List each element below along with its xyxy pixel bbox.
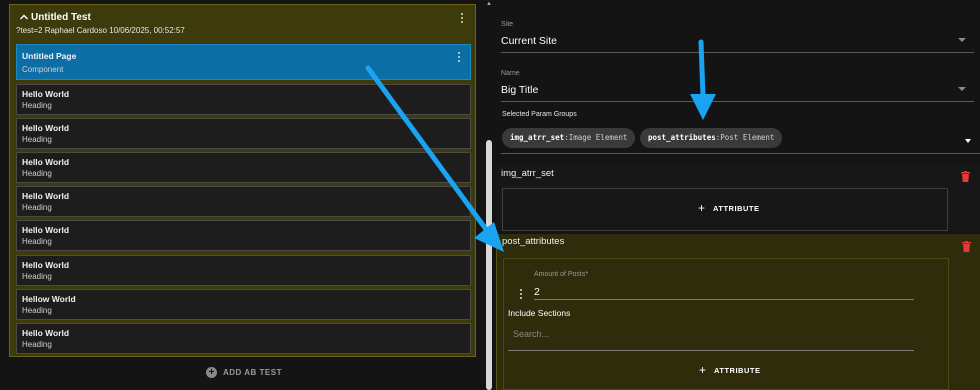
scrollbar-thumb[interactable] xyxy=(486,140,492,390)
list-item[interactable]: Hello World Heading xyxy=(16,186,471,217)
param-groups-label: Selected Param Groups xyxy=(502,111,577,118)
item-title: Hellow World xyxy=(22,294,76,304)
item-subtitle: Heading xyxy=(22,135,52,144)
attribute-area: Amount of Posts* 2 Include Sections Sear… xyxy=(503,258,949,390)
group-title: post_attributes xyxy=(502,236,565,247)
chip-desc: Image Element xyxy=(568,133,628,142)
param-groups-underline xyxy=(501,153,980,154)
screen: Untitled Test ?test=2 Raphael Cardoso 10… xyxy=(0,0,980,390)
add-attribute-button[interactable]: + ATTRIBUTE xyxy=(698,201,760,215)
search-underline xyxy=(508,350,914,351)
item-subtitle: Heading xyxy=(22,306,52,315)
add-attribute-label: ATTRIBUTE xyxy=(713,203,760,213)
name-select[interactable]: Big Title xyxy=(501,84,538,96)
chip-key: post_attributes xyxy=(648,133,716,142)
amount-label: Amount of Posts* xyxy=(534,271,589,278)
chip-img-atrr-set[interactable]: img_atrr_set:Image Element xyxy=(502,128,636,148)
group-title: img_atrr_set xyxy=(501,168,554,179)
item-subtitle: Heading xyxy=(22,237,52,246)
site-select[interactable]: Current Site xyxy=(501,35,557,47)
delete-icon[interactable] xyxy=(962,241,971,252)
test-title: Untitled Test xyxy=(31,12,91,23)
item-title: Hello World xyxy=(22,123,70,133)
item-subtitle: Component xyxy=(22,65,64,74)
item-subtitle: Heading xyxy=(22,169,52,178)
add-circle-icon: + xyxy=(206,367,217,378)
test-subtitle: ?test=2 Raphael Cardoso 10/06/2025, 00:5… xyxy=(16,26,185,35)
item-title: Hello World xyxy=(22,89,70,99)
chip-key: img_atrr_set xyxy=(510,133,565,142)
name-underline xyxy=(501,101,974,102)
amount-input[interactable]: 2 xyxy=(534,286,540,298)
include-sections-label: Include Sections xyxy=(508,308,571,318)
item-subtitle: Heading xyxy=(22,272,52,281)
attribute-area: + ATTRIBUTE xyxy=(502,188,948,231)
list-item[interactable]: Hello World Heading xyxy=(16,84,471,115)
list-item[interactable]: Hello World Heading xyxy=(16,152,471,183)
item-title: Hello World xyxy=(22,225,70,235)
item-title: Hello World xyxy=(22,328,70,338)
plus-icon: + xyxy=(699,363,707,377)
delete-icon[interactable] xyxy=(961,171,970,182)
param-group-post-attributes: post_attributes Amount of Posts* 2 Inclu… xyxy=(496,234,980,390)
more-vert-icon[interactable] xyxy=(454,50,464,64)
add-ab-test-label: ADD AB TEST xyxy=(223,368,282,377)
test-card: Untitled Test ?test=2 Raphael Cardoso 10… xyxy=(9,4,476,357)
more-vert-icon[interactable] xyxy=(457,11,467,25)
editor-panel: Site Current Site Name Big Title Selecte… xyxy=(494,0,980,390)
site-underline xyxy=(501,52,974,53)
dropdown-arrow-icon[interactable] xyxy=(965,139,971,143)
list-item[interactable]: Hellow World Heading xyxy=(16,289,471,320)
item-subtitle: Heading xyxy=(22,203,52,212)
ab-test-panel: Untitled Test ?test=2 Raphael Cardoso 10… xyxy=(0,0,482,390)
list-item[interactable]: Untitled Page Component xyxy=(16,44,471,80)
amount-underline xyxy=(534,299,914,300)
drag-handle-icon[interactable] xyxy=(516,287,526,301)
list-item[interactable]: Hello World Heading xyxy=(16,118,471,149)
item-title: Hello World xyxy=(22,191,70,201)
param-group-img-atrr-set: img_atrr_set + ATTRIBUTE xyxy=(496,163,980,231)
add-ab-test-button[interactable]: + ADD AB TEST xyxy=(206,367,282,378)
item-subtitle: Heading xyxy=(22,340,52,349)
list-item[interactable]: Hello World Heading xyxy=(16,255,471,286)
sections-search-input[interactable]: Search... xyxy=(513,329,549,339)
item-title: Hello World xyxy=(22,260,70,270)
name-label: Name xyxy=(501,70,520,77)
site-label: Site xyxy=(501,21,514,28)
dropdown-arrow-icon[interactable] xyxy=(958,38,966,42)
item-title: Untitled Page xyxy=(22,51,77,61)
item-subtitle: Heading xyxy=(22,101,52,110)
list-item[interactable]: Hello World Heading xyxy=(16,220,471,251)
dropdown-arrow-icon[interactable] xyxy=(958,87,966,91)
item-title: Hello World xyxy=(22,157,70,167)
test-header[interactable]: Untitled Test ?test=2 Raphael Cardoso 10… xyxy=(10,5,475,41)
chevron-up-icon[interactable] xyxy=(19,12,29,22)
scroll-up-icon[interactable]: ▲ xyxy=(485,1,493,7)
add-attribute-label: ATTRIBUTE xyxy=(714,365,761,375)
chip-post-attributes[interactable]: post_attributes:Post Element xyxy=(640,128,783,148)
list-item[interactable]: Hello World Heading xyxy=(16,323,471,354)
chip-desc: Post Element xyxy=(720,133,775,142)
add-attribute-button[interactable]: + ATTRIBUTE xyxy=(699,363,761,377)
plus-icon: + xyxy=(698,201,706,215)
